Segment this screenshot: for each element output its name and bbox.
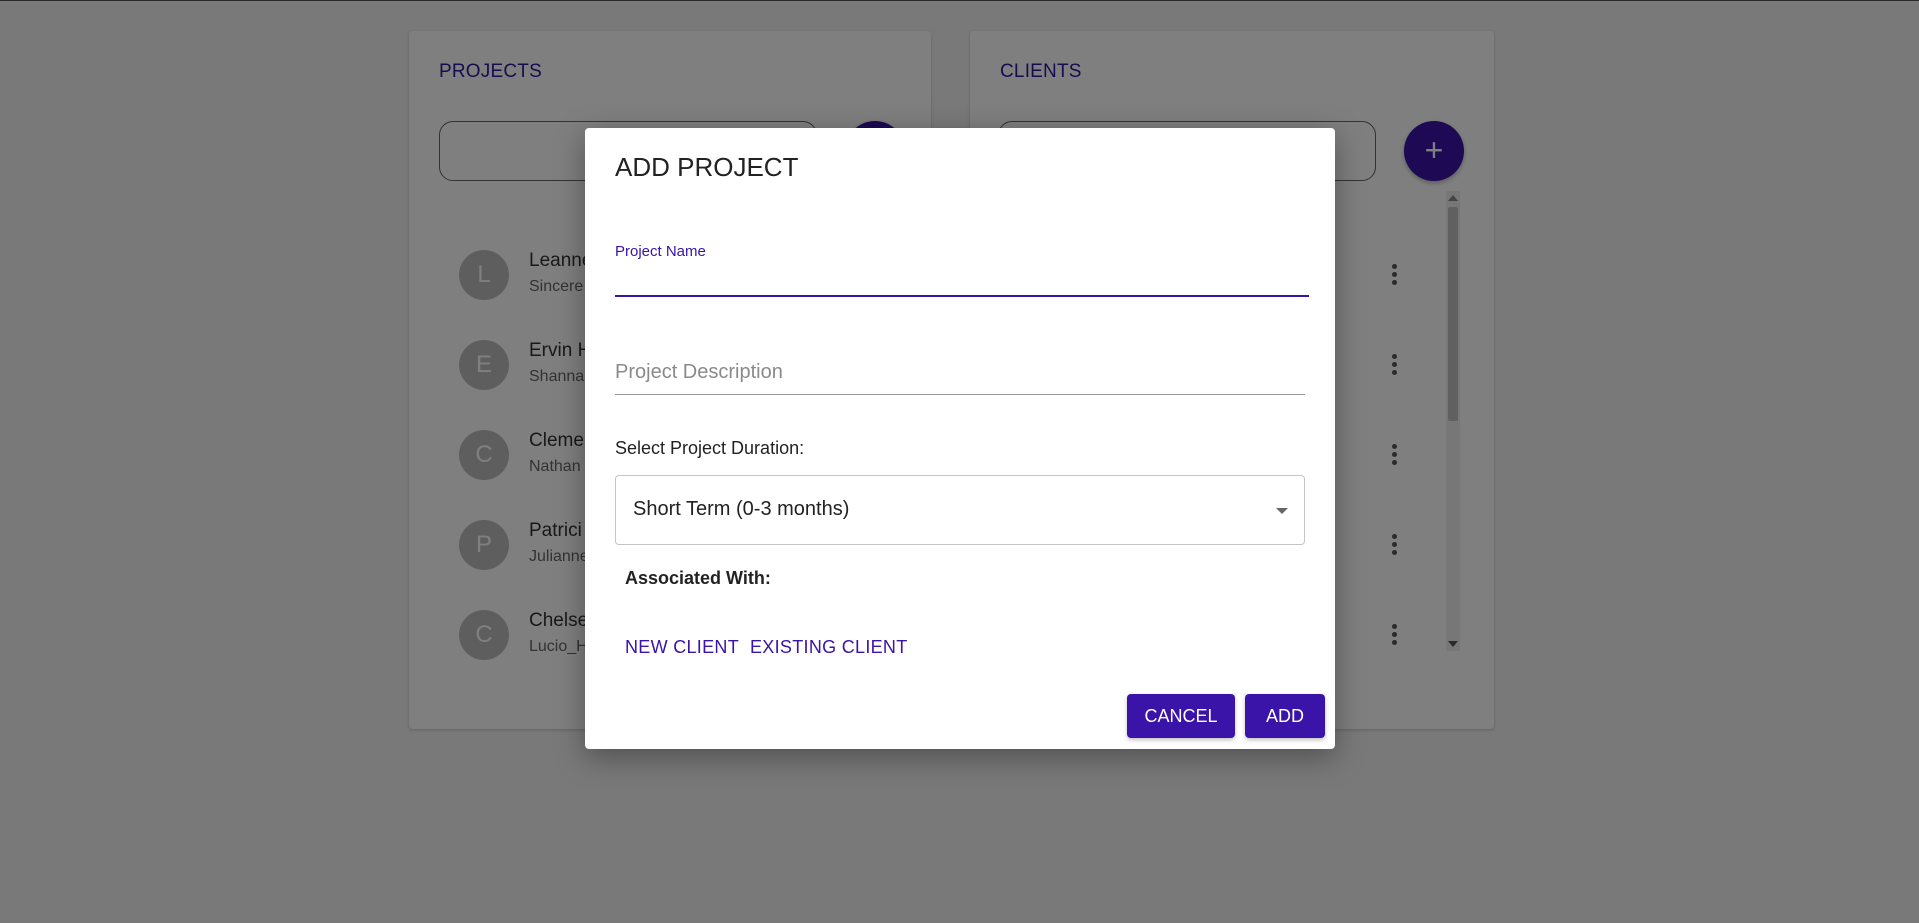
duration-select[interactable]: Short Term (0-3 months) [615,475,1305,545]
duration-selected-value: Short Term (0-3 months) [633,498,850,520]
project-name-label: Project Name [615,243,706,260]
existing-client-button[interactable]: EXISTING CLIENT [750,637,908,658]
associated-with-label: Associated With: [625,568,771,588]
chevron-down-icon [1276,508,1288,514]
project-description-input[interactable] [615,350,1305,395]
project-name-input[interactable] [615,263,1309,297]
add-button[interactable]: ADD [1245,694,1325,738]
new-client-button[interactable]: NEW CLIENT [625,637,739,658]
add-project-dialog: ADD PROJECT Project Name Select Project … [585,128,1335,749]
dialog-title: ADD PROJECT [615,152,799,182]
cancel-button[interactable]: CANCEL [1127,694,1235,738]
duration-label: Select Project Duration: [615,438,805,458]
